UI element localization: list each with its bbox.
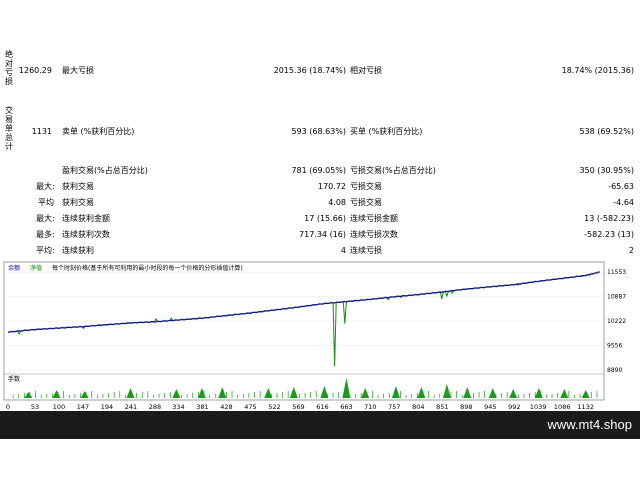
legend-equity: 净值 <box>30 264 42 272</box>
largest-loss-trade-value: -65.63 <box>608 182 634 191</box>
average-profit-trade-value: 4.08 <box>328 198 346 207</box>
legend-balance: 余额 <box>8 264 20 272</box>
x-tick-label: 147 <box>77 403 89 411</box>
buy-trades-label: 买单 (%获利百分比) <box>350 127 423 136</box>
x-tick-label: 194 <box>101 403 113 411</box>
x-tick-label: 663 <box>340 403 352 411</box>
sell-trades-label: 卖单 (%获利百分比) <box>62 127 135 136</box>
relative-loss-value: 18.74% (2015.36) <box>561 66 634 75</box>
max-consecutive-losses-value: 13 (-582.23) <box>584 214 634 223</box>
average-consecutive-wins-value: 4 <box>340 246 346 255</box>
watermark-bar: www.mt4.shop <box>0 411 640 439</box>
profit-trades-label: 盈利交易(%占总百分比) <box>62 166 148 175</box>
max-loss-value: 2015.36 (18.74%) <box>273 66 346 75</box>
x-tick-label: 428 <box>220 403 232 411</box>
average-consecutive-wins-label: 连续获利 <box>62 246 94 255</box>
max-consecutive-wins-label: 连续获利金额 <box>62 214 110 223</box>
watermark-text: www.mt4.shop <box>547 417 632 432</box>
loss-trades-value: 350 (30.95%) <box>579 166 634 175</box>
y-tick-label: 8890 <box>607 367 622 374</box>
average-loss-trade-label: 亏损交易 <box>350 198 382 207</box>
relative-loss-label: 相对亏损 <box>350 66 382 75</box>
row8-prefix: 平均: <box>36 246 55 255</box>
total-trades-value: 1131 <box>31 127 52 136</box>
x-axis-ticks: 0 53 100 147 194 241 288 334 381 428 475 522 569 616 6… <box>6 403 594 411</box>
max-consecutive-profit-label: 连续获利次数 <box>62 230 110 239</box>
average-consecutive-losses-value: 2 <box>628 246 634 255</box>
balance-chart: 余额 净值 每个时刻价格(基于所有可利用的最小时段的每一个价格的分形插值计算) … <box>3 261 626 411</box>
average-loss-trade-value: -4.64 <box>613 198 634 207</box>
buy-trades-value: 538 (69.52%) <box>579 127 634 136</box>
y-tick-label: 10887 <box>607 294 626 301</box>
x-tick-label: 992 <box>508 403 520 411</box>
section-label-absolute-loss: 绝对亏损 <box>5 50 13 86</box>
max-consecutive-wins-value: 17 (15.66) <box>304 214 346 223</box>
x-tick-label: 898 <box>460 403 472 411</box>
max-consecutive-loss-label: 连续亏损次数 <box>350 230 398 239</box>
profit-trades-value: 781 (69.05%) <box>291 166 346 175</box>
x-tick-label: 569 <box>292 403 304 411</box>
legend-tick-price: 每个时刻价格(基于所有可利用的最小时段的每一个价格的分形插值计算) <box>52 264 243 272</box>
volume-label: 手数 <box>8 375 20 383</box>
x-tick-label: 851 <box>436 403 448 411</box>
x-tick-label: 100 <box>53 403 65 411</box>
row5-prefix: 平均 <box>38 198 54 207</box>
x-tick-label: 1039 <box>530 403 547 411</box>
average-profit-trade-label: 获利交易 <box>62 198 94 207</box>
x-tick-label: 804 <box>412 403 424 411</box>
x-tick-label: 616 <box>316 403 328 411</box>
x-tick-label: 945 <box>484 403 496 411</box>
y-tick-label: 9556 <box>607 342 622 349</box>
x-tick-label: 1086 <box>554 403 571 411</box>
y-tick-label: 11553 <box>607 269 626 276</box>
row7-prefix: 最多: <box>36 230 55 239</box>
largest-profit-trade-value: 170.72 <box>318 182 346 191</box>
x-tick-label: 0 <box>6 403 10 411</box>
section-label-total-trades: 交易单总计 <box>5 106 13 151</box>
max-loss-label: 最大亏损 <box>62 66 94 75</box>
chart-frame <box>3 261 605 401</box>
x-tick-label: 710 <box>364 403 376 411</box>
row4-prefix: 最大: <box>36 182 55 191</box>
largest-loss-trade-label: 亏损交易 <box>350 182 382 191</box>
x-tick-label: 381 <box>196 403 208 411</box>
x-tick-label: 53 <box>31 403 39 411</box>
x-tick-label: 1132 <box>577 403 594 411</box>
x-tick-label: 475 <box>244 403 256 411</box>
x-tick-label: 522 <box>268 403 280 411</box>
row6-prefix: 最大: <box>36 214 55 223</box>
largest-profit-trade-label: 获利交易 <box>62 182 94 191</box>
y-tick-label: 10222 <box>607 318 626 325</box>
x-tick-label: 241 <box>125 403 137 411</box>
max-consecutive-loss-value: -582.23 (13) <box>584 230 634 239</box>
max-consecutive-losses-label: 连续亏损金额 <box>350 214 398 223</box>
average-consecutive-losses-label: 连续亏损 <box>350 246 382 255</box>
loss-trades-label: 亏损交易(%占总百分比) <box>350 166 436 175</box>
absolute-loss-value: 1260.29 <box>18 66 52 75</box>
x-tick-label: 288 <box>149 403 161 411</box>
x-tick-label: 334 <box>172 403 184 411</box>
x-tick-label: 757 <box>388 403 400 411</box>
sell-trades-value: 593 (68.63%) <box>291 127 346 136</box>
max-consecutive-profit-value: 717.34 (16) <box>299 230 346 239</box>
y-axis-ticks: 11553 10887 10222 9556 8890 <box>607 269 626 374</box>
